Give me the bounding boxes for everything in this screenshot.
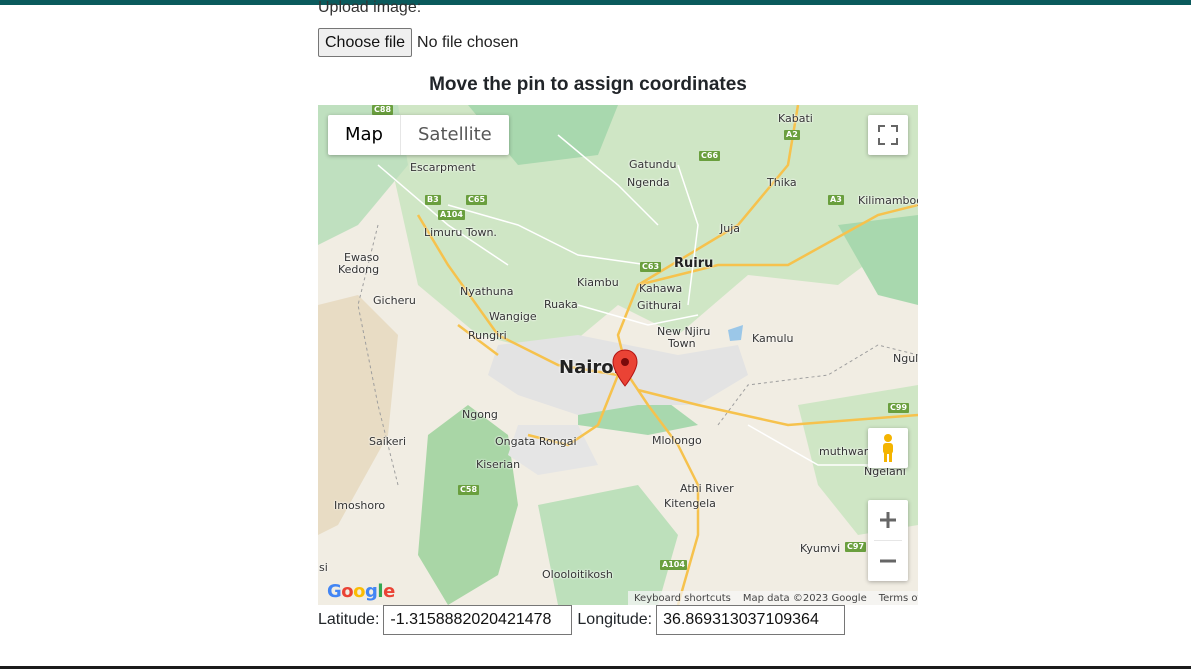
place-label: Juja: [720, 222, 741, 235]
place-label: Kamulu: [752, 332, 794, 345]
minus-icon: [880, 559, 896, 563]
pegman-icon: [883, 434, 893, 462]
place-label: Rungiri: [468, 329, 507, 342]
map-footer: Keyboard shortcuts Map data ©2023 Google…: [628, 591, 918, 605]
map-type-map-button[interactable]: Map: [328, 115, 401, 155]
place-label: Kiambu: [577, 276, 619, 289]
road-shield: C66: [699, 151, 721, 161]
place-label: Limuru Town.: [424, 226, 497, 239]
place-label: Ruiru: [674, 256, 714, 271]
zoom-out-button[interactable]: [868, 541, 908, 581]
place-label: Kilimambog: [858, 194, 918, 207]
zoom-in-button[interactable]: [868, 500, 908, 540]
place-label: Wangige: [489, 310, 537, 323]
street-view-pegman-button[interactable]: [868, 428, 908, 468]
place-label: Ruaka: [544, 298, 578, 311]
road-shield: A2: [784, 130, 800, 140]
road-shield: C65: [466, 195, 488, 205]
place-label: Imoshoro: [334, 499, 386, 512]
road-shield: C88: [372, 105, 394, 115]
coordinates-row: Latitude: Longitude:: [318, 605, 846, 635]
plus-icon: [880, 512, 896, 528]
place-label: Town: [668, 337, 696, 350]
longitude-input[interactable]: [656, 605, 846, 635]
map-heading: Move the pin to assign coordinates: [429, 74, 747, 95]
top-accent-bar: [0, 0, 1191, 5]
place-label: Saikeri: [369, 435, 407, 448]
road-shield: C97: [845, 542, 867, 552]
choose-file-button[interactable]: Choose file: [318, 28, 413, 57]
road-shield: A104: [438, 210, 465, 220]
place-label: Kedong: [338, 263, 380, 276]
place-label: Kabati: [778, 112, 813, 125]
zoom-control: [868, 500, 908, 581]
road-shield: C58: [458, 485, 480, 495]
map-pin-marker[interactable]: [612, 349, 638, 387]
fullscreen-button[interactable]: [868, 115, 908, 155]
place-label: Gicheru: [373, 294, 416, 307]
map-type-control: Map Satellite: [328, 115, 509, 155]
place-label: Kitengela: [664, 497, 716, 510]
file-status-text: No file chosen: [417, 33, 519, 51]
place-label: Githurai: [637, 299, 682, 312]
place-label: Ongata Rongai: [495, 435, 577, 448]
place-label: Kiserian: [476, 458, 521, 471]
map-canvas[interactable]: Kabati Gatundu Ngenda Thika Kilimambog E…: [318, 105, 918, 605]
place-label: Kahawa: [639, 282, 683, 295]
latitude-label: Latitude:: [318, 611, 380, 628]
place-label: Mlolongo: [652, 434, 702, 447]
place-label: Nyathuna: [460, 285, 514, 298]
place-label: Escarpment: [410, 161, 476, 174]
place-label: muthwani: [819, 445, 874, 458]
map-data-attribution: Map data ©2023 Google: [742, 592, 867, 604]
longitude-label: Longitude:: [577, 611, 653, 628]
road-shield: C63: [640, 262, 662, 272]
upload-image-label: Upload image:: [318, 0, 422, 16]
road-shield: A3: [828, 195, 844, 205]
file-input[interactable]: Choose file No file chosen: [318, 28, 518, 57]
google-logo: Google: [327, 581, 395, 602]
place-label: Thika: [767, 176, 797, 189]
map-type-satellite-button[interactable]: Satellite: [401, 115, 509, 155]
place-label: Ngong: [462, 408, 498, 421]
place-label: Gatundu: [629, 158, 677, 171]
road-shield: C99: [888, 403, 910, 413]
place-label: Ngenda: [627, 176, 670, 189]
place-label: Olooloitikosh: [542, 568, 613, 581]
place-label: Kyumvi: [800, 542, 841, 555]
road-shield: B3: [425, 195, 441, 205]
terms-of-use-link[interactable]: Terms of Use: [879, 593, 918, 604]
latitude-input[interactable]: [383, 605, 573, 635]
keyboard-shortcuts-link[interactable]: Keyboard shortcuts: [634, 593, 731, 604]
place-label: si: [319, 561, 328, 574]
fullscreen-icon: [878, 125, 898, 145]
road-shield: A104: [660, 560, 687, 570]
place-label: Ngul: [893, 352, 918, 365]
place-label: Athi River: [680, 482, 734, 495]
